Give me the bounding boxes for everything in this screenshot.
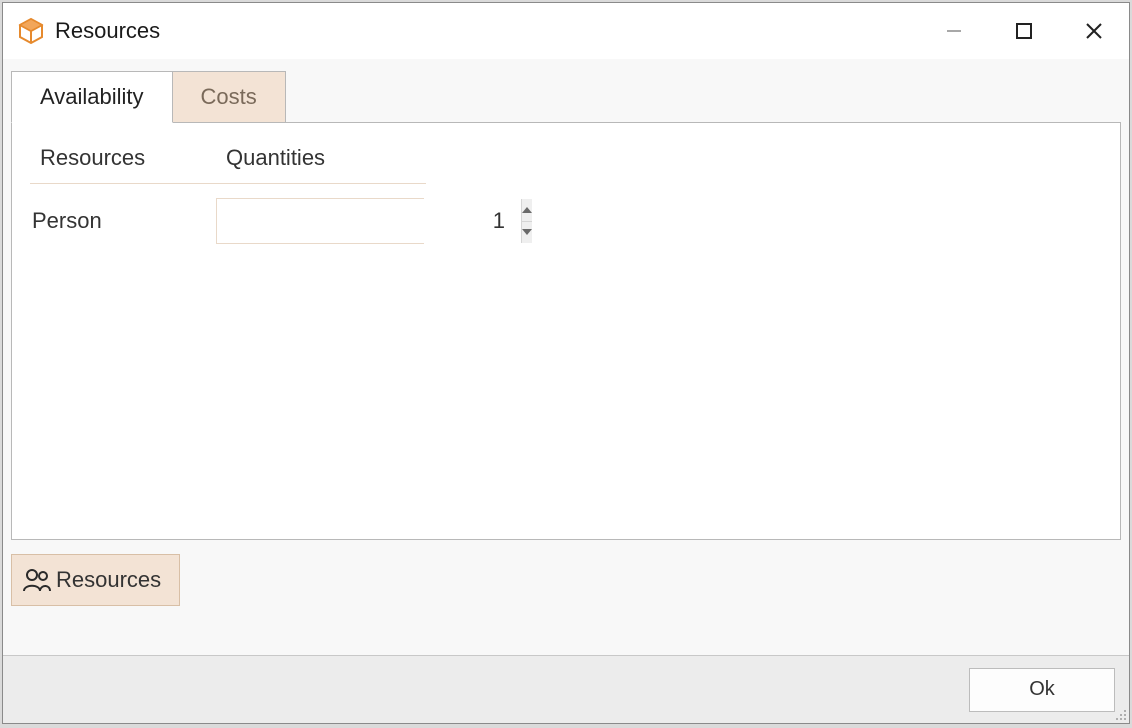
close-icon <box>1084 21 1104 41</box>
quantity-stepper <box>216 198 424 244</box>
grid-header: Resources Quantities <box>30 145 1102 184</box>
tab-costs[interactable]: Costs <box>173 71 286 123</box>
ok-button[interactable]: Ok <box>969 668 1115 712</box>
resources-button-row: Resources <box>11 554 1121 606</box>
column-header-quantities: Quantities <box>216 145 426 184</box>
resources-button[interactable]: Resources <box>11 554 180 606</box>
minimize-button[interactable] <box>919 3 989 59</box>
spinner-buttons <box>521 199 532 243</box>
content-area: Availability Costs Resources Quantities … <box>3 59 1129 655</box>
resources-button-label: Resources <box>56 567 161 593</box>
app-cube-icon <box>17 17 45 45</box>
minimize-icon <box>945 22 963 40</box>
quantity-input[interactable] <box>217 199 521 243</box>
resize-grip[interactable] <box>1113 707 1127 721</box>
table-row: Person <box>30 198 1102 244</box>
quantity-cell <box>216 198 426 244</box>
maximize-button[interactable] <box>989 3 1059 59</box>
close-button[interactable] <box>1059 3 1129 59</box>
tab-panel-availability: Resources Quantities Person <box>11 122 1121 540</box>
column-header-resources: Resources <box>30 145 216 184</box>
people-icon <box>22 567 52 593</box>
titlebar: Resources <box>3 3 1129 59</box>
spin-down-button[interactable] <box>522 221 532 244</box>
chevron-up-icon <box>522 207 532 213</box>
spin-up-button[interactable] <box>522 199 532 221</box>
dialog-footer: Ok <box>3 655 1129 723</box>
resource-name-label: Person <box>30 208 216 234</box>
resources-dialog: Resources Availability Costs Resou <box>2 2 1130 724</box>
tab-row: Availability Costs <box>11 71 1121 123</box>
tab-availability[interactable]: Availability <box>11 71 173 123</box>
window-title: Resources <box>55 18 160 44</box>
maximize-icon <box>1015 22 1033 40</box>
chevron-down-icon <box>522 229 532 235</box>
